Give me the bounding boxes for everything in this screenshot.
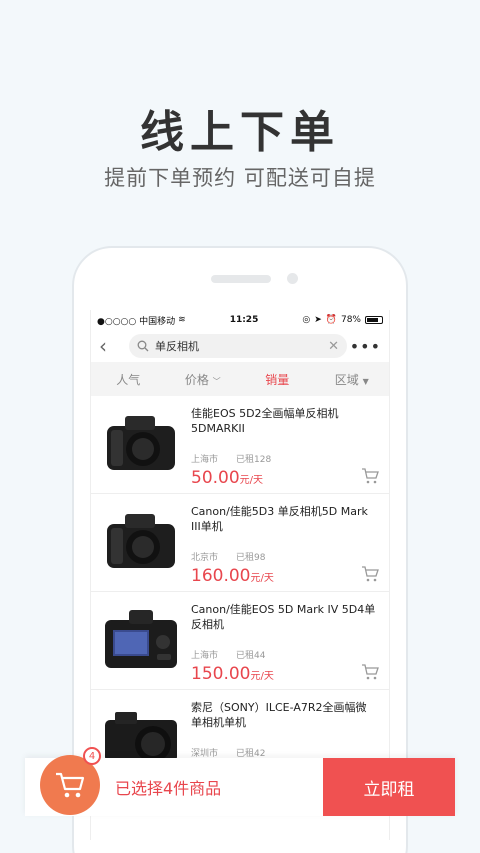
search-query: 单反相机 — [155, 340, 199, 353]
battery-percent: 78% — [340, 315, 361, 325]
product-price: 50.00 — [191, 468, 240, 488]
location-icon: ➤ — [314, 315, 322, 325]
triangle-down-icon: ▼ — [362, 376, 369, 386]
rent-now-button[interactable]: 立即租 — [323, 758, 455, 816]
product-price: 160.00 — [191, 566, 251, 586]
product-city: 上海市 — [191, 651, 219, 661]
price-unit: 元/天 — [239, 475, 264, 486]
product-title: Canon/佳能EOS 5D Mark IV 5D4单反相机 — [191, 603, 376, 631]
add-to-cart-icon[interactable] — [361, 468, 379, 484]
lock-rotation-icon: ◎ — [302, 315, 311, 325]
phone-speaker — [211, 275, 271, 283]
shopping-cart-icon — [56, 772, 85, 798]
clear-icon[interactable]: ✕ — [328, 339, 339, 354]
more-icon[interactable]: ••• — [347, 337, 381, 356]
product-rented-count: 已租128 — [236, 455, 272, 465]
search-icon — [137, 340, 149, 352]
filter-sales[interactable]: 销量 — [240, 371, 315, 388]
hero-subtitle: 提前下单预约 可配送可自提 — [104, 166, 376, 190]
product-city: 北京市 — [191, 553, 219, 563]
status-bar: ●○○○○ 中国移动 ≋ 11:25 ◎ ➤ ⏰ 78% — [91, 310, 389, 330]
dslr-camera-image — [107, 514, 175, 568]
filter-popularity[interactable]: 人气 — [91, 371, 166, 388]
chevron-down-icon: ﹀ — [212, 376, 221, 386]
search-input[interactable]: 单反相机 ✕ — [129, 334, 347, 358]
dslr-camera-image — [107, 416, 175, 470]
nav-bar: ‹ 单反相机 ✕ ••• — [91, 330, 389, 362]
price-unit: 元/天 — [250, 573, 274, 584]
hero-title: 线上下单 — [140, 107, 340, 158]
status-time: 11:25 — [229, 315, 259, 325]
product-price: 150.00 — [191, 664, 251, 684]
add-to-cart-icon[interactable] — [361, 566, 379, 582]
alarm-icon: ⏰ — [325, 315, 337, 325]
product-city: 上海市 — [191, 455, 219, 465]
product-item[interactable]: 佳能EOS 5D2全画幅单反相机 5DMARKII 上海市 已租128 50.00… — [91, 396, 389, 494]
add-to-cart-icon[interactable] — [361, 664, 379, 680]
carrier-text: ●○○○○ 中国移动 — [97, 316, 176, 327]
product-title: Canon/佳能5D3 单反相机5D Mark III单机 — [191, 505, 368, 533]
filter-price[interactable]: 价格 ﹀ — [166, 371, 241, 388]
dslr-camera-back-image — [105, 610, 177, 668]
back-icon[interactable]: ‹ — [99, 334, 129, 358]
product-title: 索尼（SONY）ILCE-A7R2全画幅微单相机单机 — [191, 701, 367, 729]
product-item[interactable]: Canon/佳能5D3 单反相机5D Mark III单机 北京市 已租98 16… — [91, 494, 389, 592]
cart-count-badge: 4 — [83, 747, 101, 765]
product-rented-count: 已租98 — [236, 553, 266, 563]
filter-bar: 人气 价格 ﹀ 销量 区域 ▼ — [91, 362, 389, 396]
product-title: 佳能EOS 5D2全画幅单反相机 5DMARKII — [191, 407, 339, 435]
battery-icon — [364, 316, 383, 324]
wifi-icon: ≋ — [178, 315, 186, 325]
product-item[interactable]: Canon/佳能EOS 5D Mark IV 5D4单反相机 上海市 已租44 1… — [91, 592, 389, 690]
filter-region[interactable]: 区域 ▼ — [315, 371, 390, 388]
price-unit: 元/天 — [250, 671, 274, 682]
product-rented-count: 已租44 — [236, 651, 266, 661]
phone-camera — [287, 273, 298, 284]
